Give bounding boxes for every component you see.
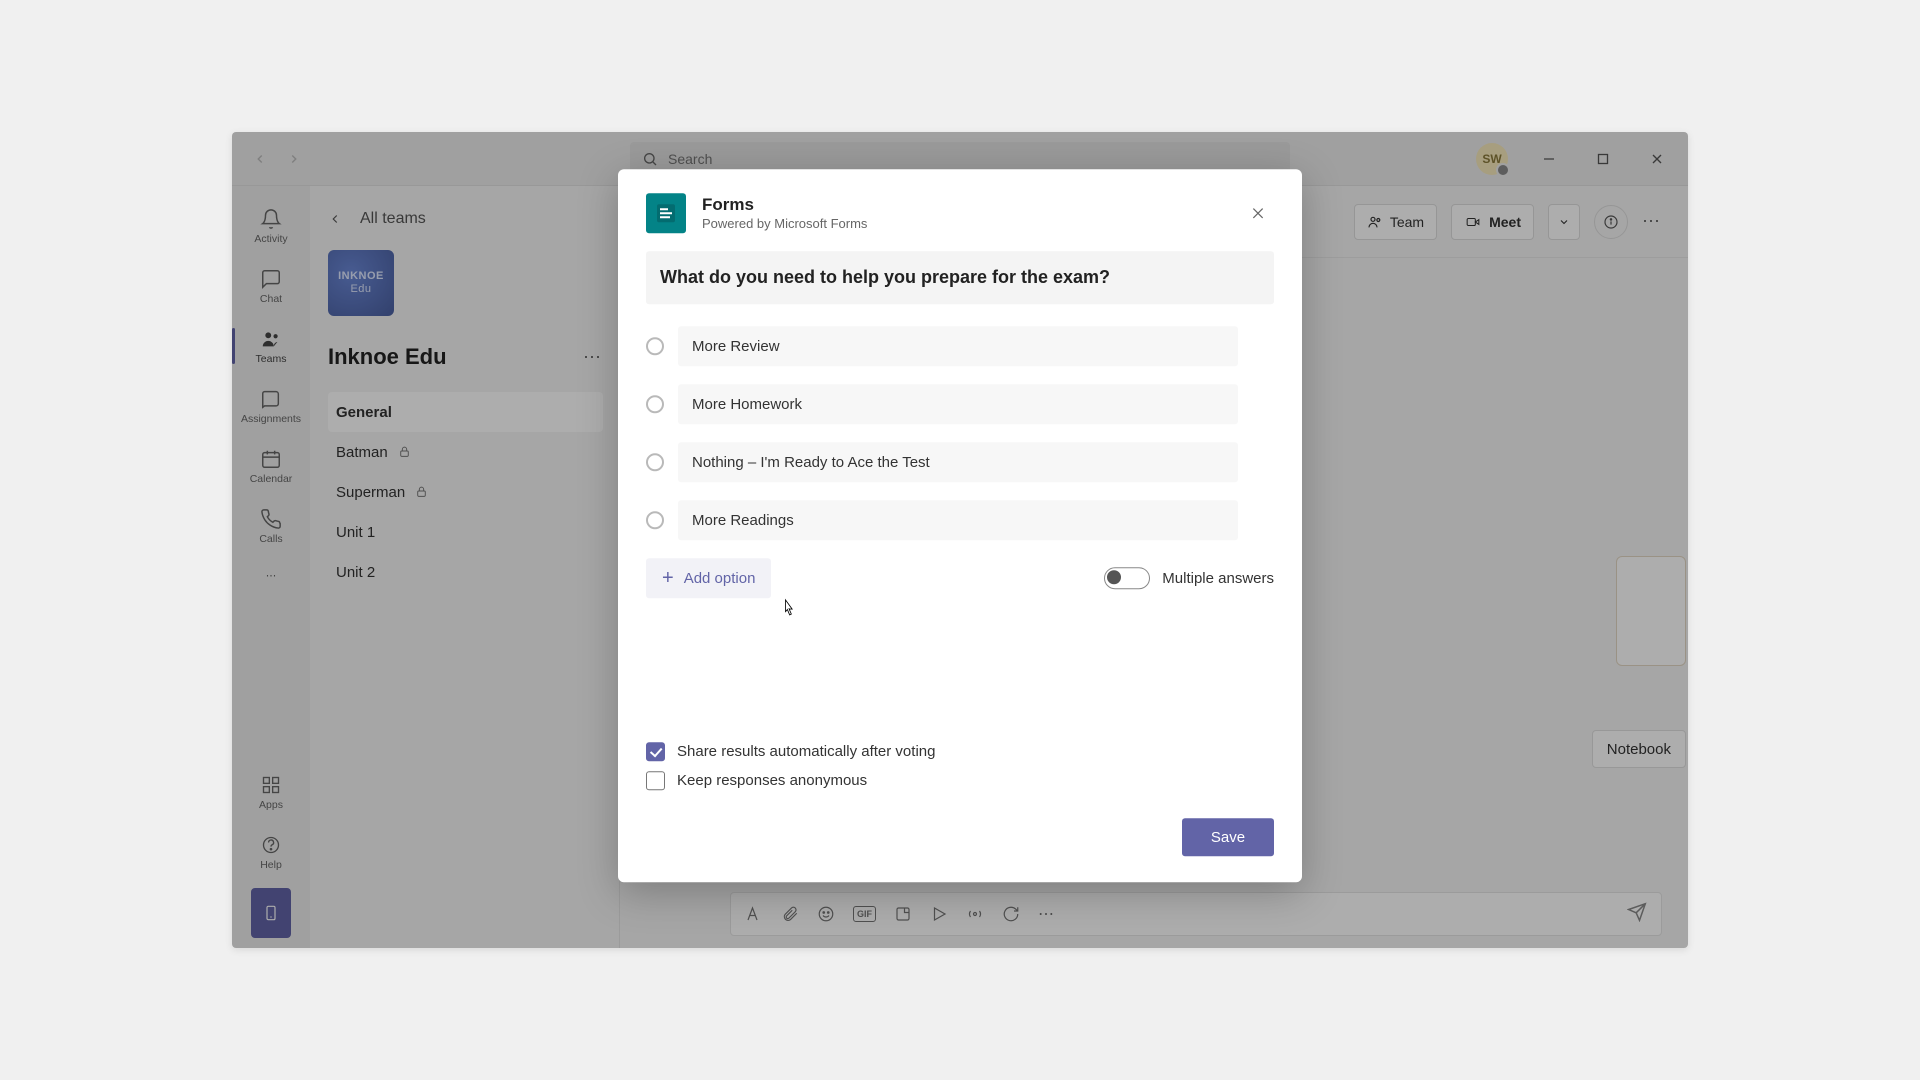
poll-option-row xyxy=(646,500,1274,540)
option-radio[interactable] xyxy=(646,453,664,471)
poll-option-row xyxy=(646,326,1274,366)
plus-icon: + xyxy=(662,568,674,588)
dialog-subtitle: Powered by Microsoft Forms xyxy=(702,216,867,231)
poll-question[interactable]: What do you need to help you prepare for… xyxy=(646,251,1274,304)
option-input-3[interactable] xyxy=(678,442,1238,482)
save-button[interactable]: Save xyxy=(1182,818,1274,856)
dialog-title: Forms xyxy=(702,195,867,215)
keep-anonymous-label[interactable]: Keep responses anonymous xyxy=(677,772,867,789)
close-icon xyxy=(1250,205,1266,221)
dialog-close[interactable] xyxy=(1242,197,1274,229)
option-input-2[interactable] xyxy=(678,384,1238,424)
add-option-label: Add option xyxy=(684,570,756,587)
option-input-4[interactable] xyxy=(678,500,1238,540)
poll-option-row xyxy=(646,384,1274,424)
share-results-checkbox[interactable] xyxy=(646,742,665,761)
poll-option-row xyxy=(646,442,1274,482)
multiple-answers-toggle[interactable] xyxy=(1104,567,1150,589)
option-input-1[interactable] xyxy=(678,326,1238,366)
keep-anonymous-checkbox[interactable] xyxy=(646,771,665,790)
option-radio[interactable] xyxy=(646,337,664,355)
add-option-button[interactable]: + Add option xyxy=(646,558,771,598)
share-results-label[interactable]: Share results automatically after voting xyxy=(677,743,935,760)
forms-app-icon xyxy=(646,193,686,233)
option-radio[interactable] xyxy=(646,511,664,529)
multiple-answers-label: Multiple answers xyxy=(1162,570,1274,587)
option-radio[interactable] xyxy=(646,395,664,413)
forms-dialog: Forms Powered by Microsoft Forms What do… xyxy=(618,169,1302,882)
